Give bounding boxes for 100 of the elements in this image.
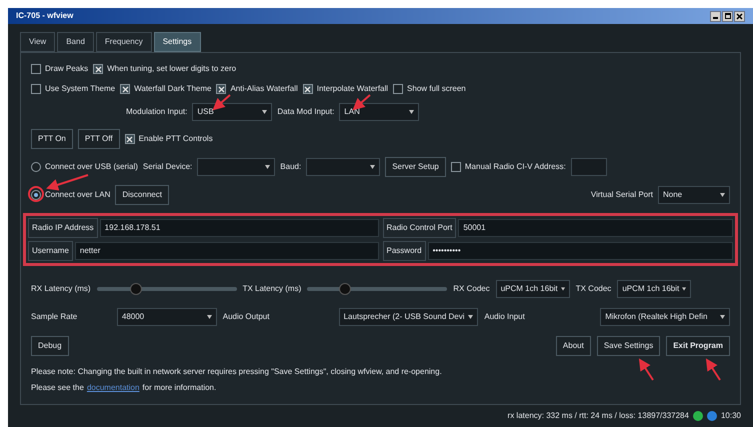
dropdown-value: 48000 [122, 311, 144, 323]
radio-button[interactable] [31, 162, 41, 172]
caret-icon [262, 110, 268, 114]
checkbox[interactable] [93, 64, 104, 74]
input-field[interactable]: •••••••••• [428, 242, 733, 260]
button[interactable]: Exit Program [666, 336, 730, 356]
dropdown-value: Mikrofon (Realtek High Defin [605, 311, 708, 323]
check-icon [122, 86, 129, 92]
check-icon [218, 86, 225, 92]
field-label: Audio Input [484, 311, 526, 323]
checkbox-label: Use System Theme [45, 83, 116, 95]
field-label: RX Codec [453, 283, 490, 295]
info-text: for more information. [142, 382, 216, 394]
radio-button[interactable] [31, 190, 41, 200]
caret-icon [468, 315, 474, 319]
button[interactable]: Save Settings [596, 336, 660, 356]
tab[interactable]: Band [57, 32, 94, 52]
field-label: Sample Rate [31, 311, 78, 323]
caret-icon [682, 287, 686, 291]
checkbox-label: Interpolate Waterfall [316, 83, 388, 95]
input-field[interactable]: 192.168.178.51 [100, 219, 378, 237]
checkbox-label: Enable PTT Controls [138, 133, 213, 145]
field-label: Virtual Serial Port [590, 189, 653, 201]
checkbox-label: When tuning, set lower digits to zero [107, 63, 236, 75]
field-label: Password [382, 241, 426, 261]
checkbox-label: Manual Radio CI-V Address: [464, 161, 566, 173]
status-indicator-icon [692, 411, 703, 421]
caret-icon [409, 110, 414, 114]
caret-icon [560, 287, 565, 291]
caret-icon [265, 165, 270, 169]
field-label: TX Latency (ms) [242, 283, 302, 295]
field-label: Serial Device: [142, 161, 192, 173]
checkbox[interactable] [393, 84, 404, 94]
dropdown[interactable]: uPCM 1ch 16bit [617, 280, 692, 298]
caret-icon [206, 315, 212, 319]
status-indicator-icon [706, 411, 717, 421]
button[interactable]: Disconnect [115, 185, 169, 205]
dropdown[interactable]: Lautsprecher (2- USB Sound Devi [338, 308, 478, 326]
checkbox[interactable] [450, 162, 461, 172]
close-icon [736, 12, 743, 20]
input-field[interactable] [570, 158, 607, 176]
dropdown[interactable]: LAN [339, 103, 420, 121]
status-text: rx latency: 332 ms / rtt: 24 ms / loss: 13897/337284 [508, 410, 689, 422]
dropdown-value: USB [197, 106, 214, 118]
field-label: Data Mod Input: [277, 106, 334, 118]
info-text: Please see the [31, 382, 84, 394]
checkbox[interactable] [302, 84, 313, 94]
radio-label: Connect over LAN [45, 189, 110, 201]
dropdown-value: uPCM 1ch 16bit [622, 283, 680, 295]
input-field[interactable]: 50001 [458, 219, 733, 237]
dropdown[interactable]: USB [192, 103, 272, 121]
dropdown-value: Lautsprecher (2- USB Sound Devi [344, 311, 465, 323]
maximize-button[interactable] [722, 10, 733, 22]
close-button[interactable] [734, 10, 745, 22]
check-icon [94, 66, 102, 72]
slider-thumb[interactable] [130, 283, 142, 295]
field-label: TX Codec [576, 283, 612, 295]
check-icon [126, 136, 134, 142]
caret-icon [720, 193, 725, 197]
checkbox-label: Anti-Alias Waterfall [230, 83, 298, 95]
field-label: Username [28, 241, 73, 261]
caret-icon [720, 315, 725, 319]
tab[interactable]: View [20, 32, 56, 52]
input-field[interactable]: netter [74, 242, 378, 260]
dropdown[interactable]: None [658, 186, 730, 204]
dropdown[interactable]: 48000 [116, 308, 217, 326]
minimize-button[interactable] [710, 10, 721, 22]
slider-thumb[interactable] [339, 283, 352, 295]
note-text: Please note: Changing the built in network server requires pressing "Save Settings", closing wfview, and re-opening. [31, 366, 443, 378]
field-label: Audio Output [222, 311, 270, 323]
dropdown-value: LAN [344, 106, 360, 118]
check-icon [304, 86, 312, 92]
dropdown[interactable]: uPCM 1ch 16bit [496, 280, 570, 298]
radio-label: Connect over USB (serial) [45, 161, 138, 173]
clock-text: 10:30 [720, 410, 741, 422]
checkbox[interactable] [216, 84, 226, 94]
tab[interactable]: Frequency [96, 32, 152, 52]
documentation-link[interactable]: documentation [86, 382, 140, 394]
dropdown-value: uPCM 1ch 16bit [500, 283, 558, 295]
caret-icon [370, 165, 376, 169]
dropdown-value: None [663, 189, 682, 201]
tab[interactable]: Settings [154, 32, 201, 52]
checkbox-label: Show full screen [407, 83, 466, 95]
button[interactable]: PTT On [31, 129, 73, 149]
checkbox[interactable] [124, 134, 135, 144]
field-label: Modulation Input: [126, 106, 188, 118]
checkbox-label: Waterfall Dark Theme [134, 83, 212, 95]
field-label: RX Latency (ms) [31, 283, 91, 295]
button[interactable]: PTT Off [78, 129, 120, 149]
checkbox-label: Draw Peaks [45, 63, 88, 75]
field-label: Radio Control Port [382, 218, 456, 238]
checkbox[interactable] [31, 64, 41, 74]
dropdown[interactable]: Mikrofon (Realtek High Defin [600, 308, 730, 326]
checkbox[interactable] [31, 84, 41, 94]
checkbox[interactable] [120, 84, 130, 94]
button[interactable]: Server Setup [385, 157, 446, 177]
window-title: IC-705 - wfview [16, 10, 74, 22]
button[interactable]: About [556, 336, 591, 356]
button[interactable]: Debug [31, 336, 69, 356]
field-label: Radio IP Address [28, 218, 98, 238]
